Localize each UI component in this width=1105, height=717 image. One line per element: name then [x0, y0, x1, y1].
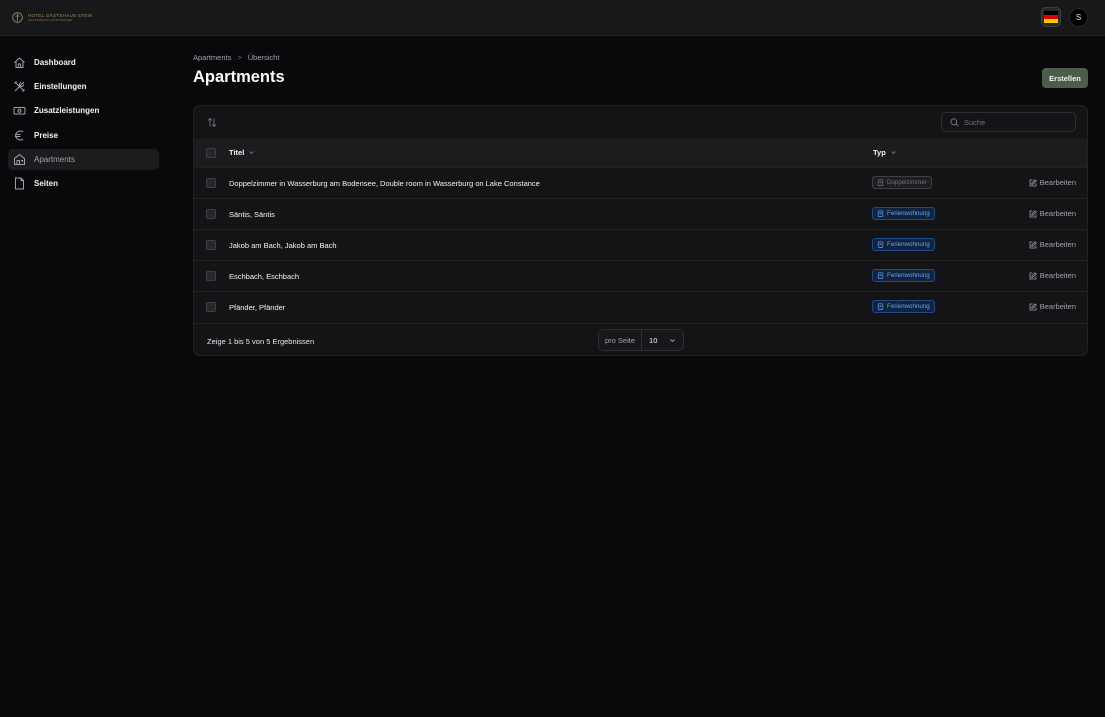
sidebar-item-apartments[interactable]: Apartments [8, 148, 159, 170]
building-icon [877, 179, 884, 186]
column-type-label: Typ [873, 148, 886, 157]
edit-button[interactable]: Bearbeiten [1029, 240, 1076, 249]
results-count: Zeige 1 bis 5 von 5 Ergebnissen [207, 337, 315, 346]
per-page-label: pro Seite [599, 330, 643, 350]
select-all-checkbox[interactable] [206, 148, 216, 158]
cash-icon [13, 107, 26, 115]
building-icon [877, 272, 884, 279]
home-icon [14, 57, 25, 68]
sidebar-item-seiten[interactable]: Seiten [8, 173, 159, 194]
breadcrumb: Apartments > Übersicht [193, 53, 279, 62]
sidebar-item-label: Apartments [34, 154, 75, 164]
breadcrumb-parent[interactable]: Apartments [193, 53, 231, 62]
table-row[interactable]: Doppelzimmer in Wasserburg am Bodensee, … [194, 167, 1087, 198]
chevron-down-icon [670, 338, 675, 342]
per-page-select[interactable]: pro Seite 10 [598, 329, 684, 351]
table-row[interactable]: Säntis, Säntis Ferienwohnung Bearbeiten [194, 198, 1087, 229]
edit-label: Bearbeiten [1039, 209, 1076, 218]
top-bar: HOTEL GÄSTEHAUS STEIN WASSERBURG AM BODE… [0, 0, 1105, 36]
apartments-table-card: Titel Typ Doppelzimmer in Wasserburg am … [193, 105, 1088, 356]
row-checkbox[interactable] [206, 271, 216, 281]
breadcrumb-current: Übersicht [247, 53, 280, 62]
breadcrumb-separator: > [237, 53, 242, 62]
chevron-down-icon [890, 151, 896, 155]
row-checkbox[interactable] [206, 240, 216, 250]
column-header-title[interactable]: Titel [229, 148, 255, 157]
search-input[interactable] [964, 117, 1074, 127]
apartment-title: Doppelzimmer in Wasserburg am Bodensee, … [229, 179, 540, 188]
tools-icon [14, 81, 25, 93]
logo-subtext: WASSERBURG AM BODENSEE [28, 18, 73, 22]
type-badge-label: Doppelzimmer [887, 179, 927, 186]
row-checkbox[interactable] [206, 209, 216, 219]
type-badge-label: Ferienwohnung [887, 241, 930, 248]
sidebar-item-zusatzleistungen[interactable]: Zusatzleistungen [8, 100, 159, 121]
sidebar-item-preise[interactable]: Preise [8, 125, 159, 146]
type-badge: Ferienwohnung [872, 238, 935, 251]
type-badge-label: Ferienwohnung [887, 210, 930, 217]
edit-icon [1029, 178, 1037, 186]
table-header: Titel Typ [194, 139, 1087, 167]
euro-icon [15, 130, 24, 141]
chevron-down-icon [249, 151, 255, 155]
table-row[interactable]: Eschbach, Eschbach Ferienwohnung Bearbei… [194, 260, 1087, 291]
edit-button[interactable]: Bearbeiten [1029, 209, 1076, 218]
search-box [941, 112, 1076, 132]
sidebar-item-label: Zusatzleistungen [34, 106, 100, 116]
sidebar-item-label: Einstellungen [34, 82, 87, 92]
sidebar-item-label: Dashboard [34, 58, 76, 67]
flag-stripe-gold [1044, 19, 1058, 23]
edit-label: Bearbeiten [1039, 178, 1076, 187]
edit-icon [1029, 302, 1037, 310]
type-badge: Doppelzimmer [872, 176, 932, 189]
apartment-title: Jakob am Bach, Jakob am Bach [229, 241, 337, 250]
edit-button[interactable]: Bearbeiten [1029, 302, 1076, 311]
building-icon [877, 210, 884, 217]
building-icon [877, 241, 884, 248]
edit-label: Bearbeiten [1039, 271, 1076, 280]
type-badge-label: Ferienwohnung [887, 272, 930, 279]
building-icon [877, 303, 884, 310]
column-title-label: Titel [229, 148, 245, 157]
per-page-value: 10 [649, 335, 658, 345]
edit-icon [1029, 271, 1037, 279]
apartment-title: Pfänder, Pfänder [229, 303, 286, 312]
row-checkbox[interactable] [206, 178, 216, 188]
sort-icon[interactable] [207, 117, 217, 128]
type-badge-label: Ferienwohnung [887, 303, 930, 310]
create-button[interactable]: Erstellen [1042, 68, 1088, 88]
sidebar: Dashboard Einstellungen Zusatzleistungen… [8, 52, 159, 197]
edit-label: Bearbeiten [1039, 240, 1076, 249]
apartment-title: Eschbach, Eschbach [229, 272, 300, 281]
page-title: Apartments [193, 68, 285, 86]
document-icon [15, 177, 24, 190]
sidebar-item-einstellungen[interactable]: Einstellungen [8, 76, 159, 97]
user-avatar[interactable]: S [1069, 8, 1088, 27]
sidebar-item-dashboard[interactable]: Dashboard [8, 52, 159, 73]
edit-button[interactable]: Bearbeiten [1029, 178, 1076, 187]
edit-icon [1029, 240, 1037, 248]
table-row[interactable]: Pfänder, Pfänder Ferienwohnung Bearbeite… [194, 291, 1087, 322]
table-footer: Zeige 1 bis 5 von 5 Ergebnissen pro Seit… [194, 323, 1087, 355]
apartment-title: Säntis, Säntis [229, 210, 275, 219]
sidebar-item-label: Seiten [34, 178, 59, 188]
type-badge: Ferienwohnung [872, 207, 935, 220]
row-checkbox[interactable] [206, 302, 216, 312]
type-badge: Ferienwohnung [872, 300, 935, 313]
sidebar-item-label: Preise [34, 130, 59, 140]
hotel-logo[interactable]: HOTEL GÄSTEHAUS STEIN WASSERBURG AM BODE… [12, 11, 93, 24]
type-badge: Ferienwohnung [872, 269, 935, 282]
edit-label: Bearbeiten [1039, 302, 1076, 311]
house-icon [14, 153, 25, 165]
german-flag-icon[interactable] [1041, 7, 1061, 27]
search-icon [950, 117, 959, 127]
table-toolbar [194, 106, 1087, 139]
crest-icon [12, 12, 23, 23]
edit-button[interactable]: Bearbeiten [1029, 271, 1076, 280]
column-header-type[interactable]: Typ [873, 148, 897, 157]
edit-icon [1029, 209, 1037, 217]
table-row[interactable]: Jakob am Bach, Jakob am Bach Ferienwohnu… [194, 229, 1087, 260]
